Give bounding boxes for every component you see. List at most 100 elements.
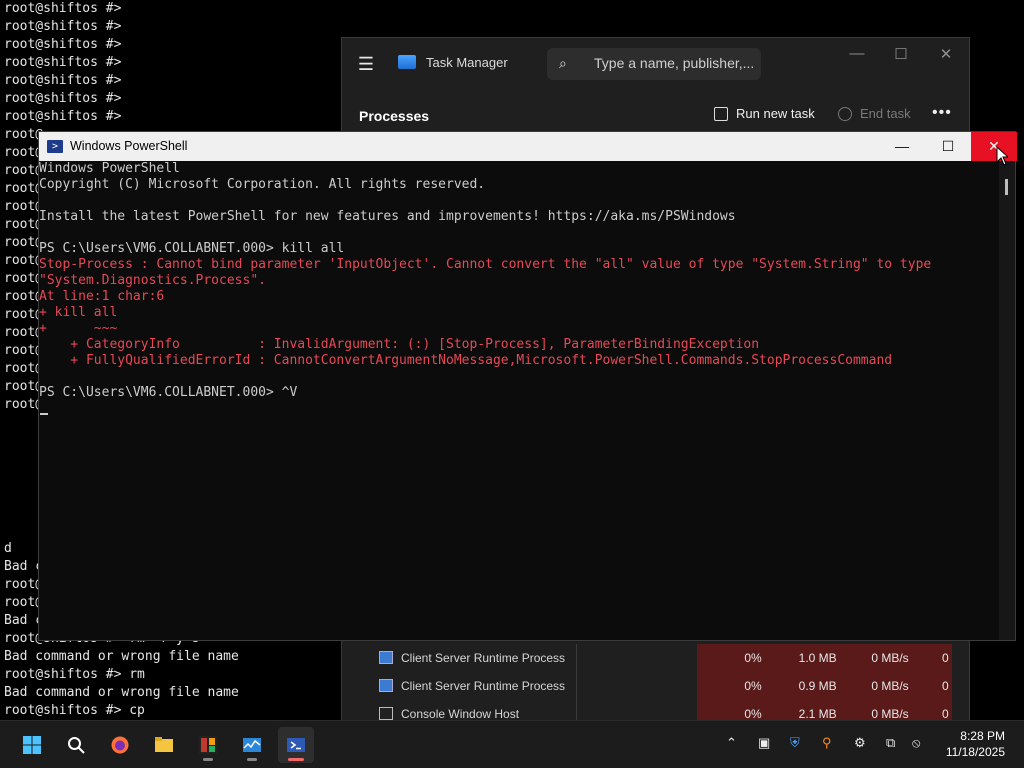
taskbar-app[interactable] [190, 727, 226, 763]
terminal-line: root@shiftos #> [4, 37, 122, 52]
console-process-icon [379, 707, 393, 720]
terminal-line: d [4, 541, 12, 556]
error-output-line: + kill all [39, 305, 118, 320]
error-output-line: At line:1 char:6 [39, 289, 165, 304]
console-output-line: Copyright (C) Microsoft Corporation. All… [39, 177, 486, 192]
end-task-icon [838, 107, 852, 121]
vertical-scrollbar[interactable] [999, 161, 1015, 640]
taskbar-file-explorer[interactable] [146, 727, 182, 763]
close-button[interactable]: ✕ [931, 45, 961, 63]
start-icon [23, 736, 41, 754]
task-manager-titlebar[interactable]: ☰ Task Manager ⌕ Type a name, publisher,… [342, 38, 969, 90]
taskbar-task-manager[interactable] [234, 727, 270, 763]
more-options-icon[interactable]: ••• [932, 104, 952, 122]
show-hidden-icons-chevron-up-icon[interactable]: ⌃ [726, 735, 737, 751]
table-row[interactable]: Client Server Runtime Process 0% 1.0 MB … [342, 644, 969, 672]
memory-value: 2.1 MB [798, 707, 837, 721]
task-manager-search-input[interactable]: ⌕ Type a name, publisher,... [547, 48, 761, 80]
network-share-icon[interactable]: ⚙ [854, 735, 866, 751]
text-cursor [40, 413, 48, 415]
error-output-line: "System.Diagnostics.Process". [39, 273, 266, 288]
end-task-button[interactable]: End task [838, 106, 911, 121]
powershell-console[interactable]: Windows PowerShell Copyright (C) Microsof… [39, 161, 1001, 640]
terminal-line: root@shiftos #> [4, 109, 122, 124]
cpu-cell: 0% [697, 672, 765, 700]
terminal-line: root@shiftos #> cp [4, 703, 145, 718]
network-value: 0 [941, 679, 949, 693]
terminal-line: root@shiftos #> [4, 55, 122, 70]
process-name: Console Window Host [401, 707, 520, 721]
window-process-icon [379, 679, 393, 692]
run-new-task-label: Run new task [736, 106, 815, 121]
powershell-window[interactable]: > Windows PowerShell — ☐ ✕ Windows Power… [38, 131, 1017, 641]
network-cell: 0 [912, 672, 952, 700]
memory-value: 1.0 MB [798, 651, 837, 665]
mouse-cursor-icon [996, 146, 1008, 166]
error-output-line: + ~~~ [39, 321, 118, 336]
taskbar-powershell[interactable] [278, 727, 314, 763]
minimize-button[interactable]: — [842, 45, 872, 62]
disk-value: 0 MB/s [871, 651, 909, 665]
disk-value: 0 MB/s [871, 679, 909, 693]
memory-value: 0.9 MB [798, 679, 837, 693]
terminal-line: root@shiftos #> [4, 1, 122, 16]
maximize-button[interactable]: ☐ [925, 132, 971, 161]
active-indicator [288, 758, 304, 761]
hamburger-menu-icon[interactable]: ☰ [356, 54, 376, 74]
terminal-line: root@shiftos #> [4, 91, 122, 106]
process-name: Client Server Runtime Process [401, 679, 566, 693]
scrollbar-thumb[interactable] [1005, 179, 1008, 195]
minimize-button[interactable]: — [879, 132, 925, 161]
console-output-line: Windows PowerShell [39, 161, 180, 176]
cpu-value: 0% [744, 679, 762, 693]
search-magnifier-icon[interactable]: ⚲ [822, 735, 832, 751]
terminal-line: root@shiftos #> [4, 73, 122, 88]
run-new-task-button[interactable]: Run new task [714, 106, 815, 121]
display-icon[interactable]: ⧉ [886, 735, 895, 751]
clock-time: 8:28 PM [960, 729, 1005, 743]
powershell-app-icon: > [47, 140, 63, 153]
search-placeholder: Type a name, publisher,... [594, 55, 755, 71]
network-offline-icon[interactable]: ⦸ [912, 735, 920, 751]
task-manager-app-icon [398, 55, 416, 69]
powershell-titlebar[interactable]: > Windows PowerShell — ☐ ✕ [39, 132, 1017, 161]
terminal-line: Bad command or wrong file name [4, 649, 239, 664]
search-icon [68, 737, 85, 754]
terminal-line: root@shiftos #> [4, 19, 122, 34]
disk-cell: 0 MB/s [840, 672, 912, 700]
app-icon [199, 736, 217, 754]
console-output-line: PS C:\Users\VM6.COLLABNET.000> ^V [39, 385, 298, 400]
close-button[interactable]: ✕ [971, 132, 1017, 161]
task-manager-title: Task Manager [426, 55, 508, 70]
network-value: 0 [941, 707, 949, 721]
process-name: Client Server Runtime Process [401, 651, 566, 665]
terminal-line: root@shiftos #> rm [4, 667, 145, 682]
window-process-icon [379, 651, 393, 664]
file-explorer-icon [155, 737, 173, 752]
error-output-line: + FullyQualifiedErrorId : CannotConvertA… [39, 353, 893, 368]
task-manager-icon [243, 738, 261, 752]
error-output-line: Stop-Process : Cannot bind parameter 'In… [39, 257, 932, 272]
table-row[interactable]: Client Server Runtime Process 0% 0.9 MB … [342, 672, 969, 700]
cpu-cell: 0% [697, 644, 765, 672]
terminal-line: Bad command or wrong file name [4, 685, 239, 700]
console-output-line: PS C:\Users\VM6.COLLABNET.000> kill all [39, 241, 345, 256]
search-icon: ⌕ [559, 55, 567, 71]
powershell-icon [287, 738, 305, 752]
taskbar-search-button[interactable] [58, 727, 94, 763]
taskbar: ⌃ ▣ ⛨ ⚲ ⚙ ⧉ ⦸ 8:28 PM 11/18/2025 [0, 720, 1024, 768]
network-cell: 0 [912, 644, 952, 672]
tray-app-icon[interactable]: ▣ [758, 735, 770, 751]
clock-date: 11/18/2025 [945, 745, 1005, 759]
cpu-value: 0% [744, 707, 762, 721]
start-button[interactable] [14, 727, 50, 763]
system-clock[interactable]: 8:28 PM 11/18/2025 [931, 728, 1005, 760]
console-output-line: Install the latest PowerShell for new fe… [39, 209, 736, 224]
taskbar-firefox[interactable] [102, 727, 138, 763]
process-table: Client Server Runtime Process 0% 1.0 MB … [342, 644, 969, 728]
run-task-icon [714, 107, 728, 121]
security-shield-icon[interactable]: ⛨ [790, 735, 800, 751]
running-indicator [203, 758, 213, 761]
running-indicator [247, 758, 257, 761]
maximize-button[interactable]: ☐ [886, 45, 916, 63]
